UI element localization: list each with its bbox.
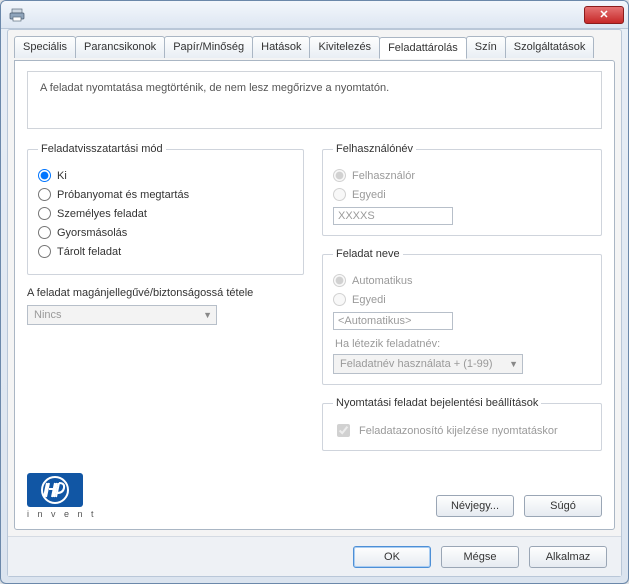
retention-radio-quickcopy[interactable] <box>38 226 51 239</box>
tab-feladattarolas[interactable]: Feladattárolás <box>379 37 467 59</box>
retention-label-quickcopy: Gyorsmásolás <box>57 227 127 239</box>
tab-specialis[interactable]: Speciális <box>14 36 76 58</box>
jobname-option-auto: Automatikus <box>333 274 591 287</box>
notify-checkbox-label: Feladatazonosító kijelzése nyomtatáskor <box>359 425 558 437</box>
tab-hatasok[interactable]: Hatások <box>252 36 310 58</box>
retention-option-personal[interactable]: Személyes feladat <box>38 207 293 220</box>
jobname-group: Feladat neve Automatikus Egyedi Ha létez… <box>322 248 602 385</box>
retention-option-stored[interactable]: Tárolt feladat <box>38 245 293 258</box>
chevron-down-icon: ▼ <box>509 359 518 369</box>
about-button[interactable]: Névjegy... <box>436 495 514 517</box>
retention-radio-personal[interactable] <box>38 207 51 220</box>
username-option-custom: Egyedi <box>333 188 591 201</box>
username-group: Felhasználónév Felhasználór Egyedi <box>322 143 602 236</box>
apply-button[interactable]: Alkalmaz <box>529 546 607 568</box>
retention-radio-stored[interactable] <box>38 245 51 258</box>
printer-properties-window: ✕ Speciális Parancsikonok Papír/Minőség … <box>0 0 629 584</box>
jobname-radio-custom <box>333 293 346 306</box>
retention-legend: Feladatvisszatartási mód <box>38 143 166 155</box>
hp-logo: i n v e n t <box>27 473 97 519</box>
retention-option-quickcopy[interactable]: Gyorsmásolás <box>38 226 293 239</box>
tab-kivitelezes[interactable]: Kivitelezés <box>309 36 380 58</box>
jobname-legend: Feladat neve <box>333 248 403 260</box>
username-label-custom: Egyedi <box>352 189 386 201</box>
jobname-input <box>333 312 453 330</box>
printer-icon <box>9 7 25 23</box>
username-label-user: Felhasználór <box>352 170 415 182</box>
retention-radio-proof[interactable] <box>38 188 51 201</box>
info-text: A feladat nyomtatása megtörténik, de nem… <box>27 71 602 129</box>
retention-label-personal: Személyes feladat <box>57 208 147 220</box>
username-option-user: Felhasználór <box>333 169 591 182</box>
tab-panel-feladattarolas: A feladat nyomtatása megtörténik, de nem… <box>14 60 615 530</box>
help-button[interactable]: Súgó <box>524 495 602 517</box>
jobname-exists-value: Feladatnév használata + (1-99) <box>340 358 493 370</box>
tab-strip: Speciális Parancsikonok Papír/Minőség Ha… <box>8 30 621 58</box>
retention-option-off[interactable]: Ki <box>38 169 293 182</box>
privacy-select: Nincs ▼ <box>27 305 217 325</box>
tab-parancsikonok[interactable]: Parancsikonok <box>75 36 165 58</box>
chevron-down-icon: ▼ <box>203 310 212 320</box>
jobname-option-custom: Egyedi <box>333 293 591 306</box>
retention-mode-group: Feladatvisszatartási mód Ki Próbanyomat … <box>27 143 304 275</box>
retention-radio-off[interactable] <box>38 169 51 182</box>
jobname-radio-auto <box>333 274 346 287</box>
jobname-label-custom: Egyedi <box>352 294 386 306</box>
tab-papir-minoseg[interactable]: Papír/Minőség <box>164 36 253 58</box>
notify-group: Nyomtatási feladat bejelentési beállítás… <box>322 397 602 451</box>
hp-logo-icon <box>27 473 83 507</box>
panel-buttons: Névjegy... Súgó <box>436 495 602 517</box>
titlebar: ✕ <box>1 1 628 29</box>
username-radio-custom <box>333 188 346 201</box>
hp-invent-label: i n v e n t <box>27 509 97 519</box>
window-close-button[interactable]: ✕ <box>584 6 624 24</box>
close-icon: ✕ <box>599 8 608 21</box>
username-radio-user <box>333 169 346 182</box>
jobname-exists-label: Ha létezik feladatnév: <box>335 338 591 350</box>
privacy-label: A feladat magánjellegűvé/biztonságossá t… <box>27 287 304 299</box>
retention-label-stored: Tárolt feladat <box>57 246 121 258</box>
client-area: Speciális Parancsikonok Papír/Minőség Ha… <box>7 29 622 577</box>
retention-option-proof[interactable]: Próbanyomat és megtartás <box>38 188 293 201</box>
username-legend: Felhasználónév <box>333 143 416 155</box>
tab-szin[interactable]: Szín <box>466 36 506 58</box>
dialog-button-bar: OK Mégse Alkalmaz <box>8 536 621 576</box>
jobname-label-auto: Automatikus <box>352 275 413 287</box>
ok-button[interactable]: OK <box>353 546 431 568</box>
retention-label-off: Ki <box>57 170 67 182</box>
retention-label-proof: Próbanyomat és megtartás <box>57 189 189 201</box>
privacy-value: Nincs <box>34 309 62 321</box>
tab-szolgaltatasok[interactable]: Szolgáltatások <box>505 36 595 58</box>
cancel-button[interactable]: Mégse <box>441 546 519 568</box>
jobname-exists-select: Feladatnév használata + (1-99) ▼ <box>333 354 523 374</box>
notify-checkbox <box>337 424 350 437</box>
username-input <box>333 207 453 225</box>
notify-legend: Nyomtatási feladat bejelentési beállítás… <box>333 397 541 409</box>
notify-checkbox-row: Feladatazonosító kijelzése nyomtatáskor <box>333 421 591 440</box>
